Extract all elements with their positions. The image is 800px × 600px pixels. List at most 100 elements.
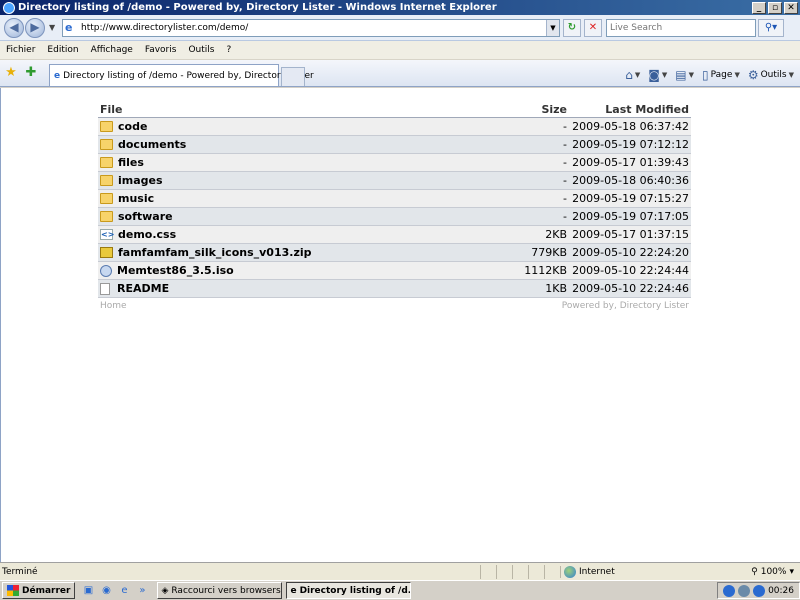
file-name[interactable]: music — [118, 192, 154, 205]
close-button[interactable]: ✕ — [784, 1, 798, 14]
table-row[interactable]: famfamfam_silk_icons_v013.zip 779KB 2009-0… — [98, 244, 691, 262]
forward-button[interactable]: ▶ — [25, 17, 45, 38]
refresh-button[interactable]: ↻ — [563, 18, 581, 37]
menu-view[interactable]: Affichage — [85, 45, 139, 55]
file-modified: 2009-05-17 01:39:43 — [572, 156, 689, 169]
favorites-star-icon[interactable]: ★ — [3, 65, 19, 81]
file-name-cell[interactable]: software — [100, 210, 497, 223]
address-input[interactable] — [81, 22, 546, 33]
tab-active[interactable]: e Directory listing of /demo - Powered b… — [49, 64, 314, 86]
file-name[interactable]: files — [118, 156, 144, 169]
tools-menu-button[interactable]: ⚙ Outils ▼ — [748, 68, 794, 82]
header-file[interactable]: File — [100, 103, 497, 116]
home-icon: ⌂ — [625, 68, 633, 82]
table-row[interactable]: README 1KB 2009-05-10 22:24:46 — [98, 280, 691, 298]
file-name-cell[interactable]: code — [100, 120, 497, 133]
header-modified[interactable]: Last Modified — [567, 103, 689, 116]
file-name-cell[interactable]: files — [100, 156, 497, 169]
file-name[interactable]: code — [118, 120, 147, 133]
ie-icon[interactable]: e — [117, 584, 131, 598]
zoom-control[interactable]: ⚲ 100% ▾ — [751, 567, 800, 577]
quick-launch: ▣ ◉ e » — [81, 584, 149, 598]
file-name[interactable]: documents — [118, 138, 186, 151]
history-dropdown-icon[interactable]: ▼ — [49, 23, 59, 32]
zip-file-icon — [100, 247, 113, 258]
menu-bar: Fichier Edition Affichage Favoris Outils… — [0, 41, 800, 60]
folder-icon — [100, 175, 113, 186]
address-dropdown-icon[interactable]: ▼ — [546, 19, 559, 36]
home-link[interactable]: Home — [100, 301, 127, 311]
task-button-directory-listing[interactable]: e Directory listing of /d... — [286, 582, 412, 599]
file-size: - — [563, 120, 567, 133]
security-icon[interactable] — [753, 584, 766, 597]
table-row[interactable]: code -2009-05-18 06:37:42 — [98, 118, 691, 136]
status-segment — [528, 564, 544, 579]
back-button[interactable]: ◀ — [4, 17, 24, 38]
file-name[interactable]: Memtest86_3.5.iso — [117, 264, 234, 277]
directory-lister-link[interactable]: Directory Lister — [620, 301, 689, 311]
menu-tools[interactable]: Outils — [182, 45, 220, 55]
maximize-button[interactable]: ▫ — [768, 1, 782, 14]
file-name[interactable]: images — [118, 174, 163, 187]
search-box — [606, 18, 756, 37]
status-segment — [512, 564, 528, 579]
table-row[interactable]: software -2009-05-19 07:17:05 — [98, 208, 691, 226]
home-button[interactable]: ⌂ ▼ — [625, 68, 640, 82]
network-icon[interactable] — [738, 584, 751, 597]
table-row[interactable]: music -2009-05-19 07:15:27 — [98, 190, 691, 208]
file-name-cell[interactable]: music — [100, 192, 497, 205]
file-modified: 2009-05-10 22:24:44 — [572, 264, 689, 277]
new-tab-button[interactable] — [281, 67, 305, 86]
file-size: 2KB — [545, 228, 567, 241]
table-row[interactable]: documents -2009-05-19 07:12:12 — [98, 136, 691, 154]
system-tray: 00:26 — [717, 582, 800, 599]
rss-icon: ◙ — [648, 68, 660, 82]
table-row[interactable]: files -2009-05-17 01:39:43 — [98, 154, 691, 172]
stop-button[interactable]: ✕ — [584, 18, 602, 37]
file-name[interactable]: README — [117, 282, 169, 295]
info-icon[interactable] — [723, 584, 736, 597]
table-row[interactable]: images -2009-05-18 06:40:36 — [98, 172, 691, 190]
listing-footer: Home Powered by, Directory Lister — [98, 298, 691, 314]
search-button[interactable]: ⚲▾ — [758, 18, 784, 37]
desktop-icon[interactable]: ▣ — [81, 584, 95, 598]
file-icon — [100, 282, 110, 295]
header-size[interactable]: Size — [497, 103, 567, 116]
taskbar: Démarrer ▣ ◉ e » ◈ Raccourci vers browse… — [0, 580, 800, 600]
minimize-button[interactable]: _ — [752, 1, 766, 14]
page-menu-button[interactable]: ▯ Page ▼ — [702, 68, 740, 82]
page-viewport: File Size Last Modified code -2009-05-18 … — [0, 88, 800, 562]
browser-icon[interactable]: ◉ — [99, 584, 113, 598]
file-size: - — [563, 156, 567, 169]
menu-help[interactable]: ? — [220, 45, 237, 55]
file-name-cell[interactable]: images — [100, 174, 497, 187]
table-row[interactable]: Memtest86_3.5.iso 1112KB 2009-05-10 22:24:… — [98, 262, 691, 280]
table-row[interactable]: <> demo.css 2KB 2009-05-17 01:37:15 — [98, 226, 691, 244]
folder-icon — [100, 211, 113, 222]
start-button[interactable]: Démarrer — [2, 582, 76, 599]
powered-by-prefix: Powered by, — [561, 301, 617, 311]
file-name-cell[interactable]: <> demo.css — [100, 228, 497, 241]
file-name-cell[interactable]: Memtest86_3.5.iso — [100, 264, 497, 277]
task-button-browsers[interactable]: ◈ Raccourci vers browsers... — [157, 582, 283, 599]
search-input[interactable] — [607, 22, 755, 33]
file-name-cell[interactable]: README — [100, 282, 497, 295]
security-zone[interactable]: Internet — [560, 565, 670, 578]
css-file-icon: <> — [100, 229, 115, 240]
menu-edit[interactable]: Edition — [41, 45, 84, 55]
print-button[interactable]: ▤ ▼ — [675, 68, 694, 82]
menu-favorites[interactable]: Favoris — [139, 45, 183, 55]
ie-logo-icon — [3, 1, 15, 14]
feeds-button[interactable]: ◙ ▼ — [648, 68, 667, 82]
file-name-cell[interactable]: documents — [100, 138, 497, 151]
menu-file[interactable]: Fichier — [0, 45, 41, 55]
add-favorite-icon[interactable]: ✚ — [23, 65, 39, 81]
file-size: - — [563, 138, 567, 151]
ie-task-icon: e — [290, 585, 297, 596]
file-name[interactable]: software — [118, 210, 173, 223]
chevron-right-icon[interactable]: » — [135, 584, 149, 598]
file-name-cell[interactable]: famfamfam_silk_icons_v013.zip — [100, 246, 497, 259]
file-name[interactable]: famfamfam_silk_icons_v013.zip — [118, 246, 312, 259]
windows-logo-icon — [7, 585, 19, 596]
file-name[interactable]: demo.css — [118, 228, 176, 241]
